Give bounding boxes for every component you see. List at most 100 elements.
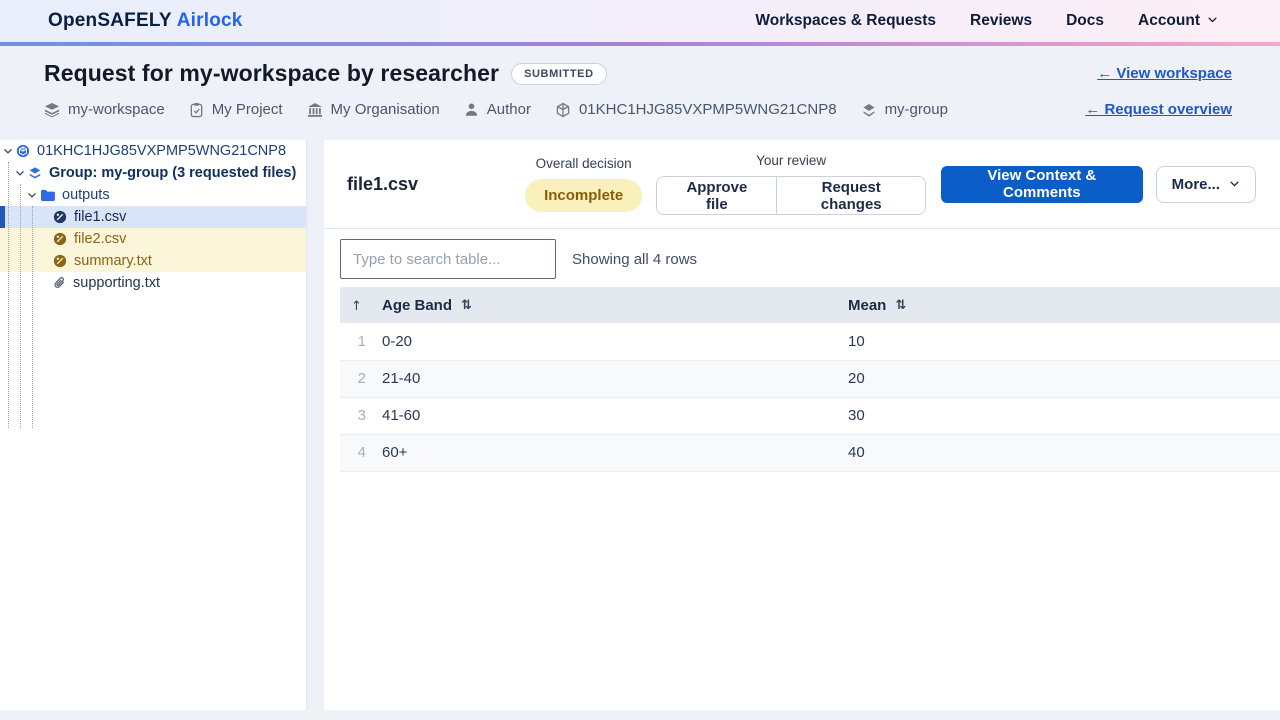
meta-group: my-group	[861, 101, 948, 118]
chevron-down-icon[interactable]	[15, 168, 25, 178]
age-band-cell: 41-60	[382, 397, 848, 435]
brand-primary: OpenSAFELY	[48, 10, 172, 31]
meta-organisation: My Organisation	[307, 101, 440, 118]
age-band-cell: 60+	[382, 434, 848, 472]
tree-guide-line	[20, 184, 21, 428]
overall-decision-group: Overall decision Incomplete	[525, 156, 643, 212]
row-index: 2	[340, 360, 382, 398]
mean-column-header[interactable]: Mean ⇅	[848, 287, 1280, 323]
file-tree: 01KHC1HJG85VXPMP5WNG21CNP8 Group: my-gro…	[0, 140, 306, 428]
tree-node-file2[interactable]: file2.csv	[0, 228, 306, 250]
top-nav: OpenSAFELY Airlock Workspaces & Requests …	[0, 0, 1280, 42]
tree-node-outputs[interactable]: outputs	[0, 184, 306, 206]
row-index: 3	[340, 397, 382, 435]
decision-badge: Incomplete	[525, 179, 643, 212]
more-label: More...	[1171, 175, 1220, 193]
tree-node-summary[interactable]: summary.txt	[0, 250, 306, 272]
request-overview-link[interactable]: ← Request overview	[1085, 101, 1232, 118]
tree-node-label: Group: my-group (3 requested files)	[49, 165, 297, 181]
meta-author: Author	[464, 101, 531, 118]
meta-workspace-label: my-workspace	[68, 101, 165, 118]
file-header: file1.csv Overall decision Incomplete Yo…	[324, 140, 1280, 229]
meta-author-label: Author	[486, 101, 531, 118]
tree-node-label: file1.csv	[74, 209, 127, 225]
sort-ascending-icon: ↑	[351, 298, 362, 314]
panel-gutter	[307, 140, 324, 710]
row-index: 1	[340, 323, 382, 361]
age-band-header-label: Age Band	[382, 296, 453, 314]
meta-workspace: my-workspace	[44, 101, 165, 118]
tree-guide-line	[8, 162, 9, 428]
app-logo[interactable]: OpenSAFELY Airlock	[48, 10, 243, 32]
page-bottom-strip	[0, 710, 1280, 720]
row-index: 4	[340, 434, 382, 472]
page-title: Request for my-workspace by researcher	[44, 60, 500, 86]
file-review-panel: file1.csv Overall decision Incomplete Yo…	[324, 140, 1280, 710]
group-layers-icon	[863, 103, 875, 117]
meta-organisation-label: My Organisation	[330, 101, 440, 118]
table-header-row: ↑ Age Band ⇅ Mean ⇅	[340, 287, 1280, 323]
your-review-group: Your review Approve file Request changes	[656, 153, 926, 215]
tree-node-group[interactable]: Group: my-group (3 requested files)	[0, 162, 306, 184]
meta-request-id: 01KHC1HJG85VXPMP5WNG21CNP8	[555, 101, 837, 118]
organisation-bank-icon	[307, 102, 322, 117]
meta-group-label: my-group	[884, 101, 948, 118]
approve-file-button[interactable]: Approve file	[657, 177, 777, 214]
view-workspace-link[interactable]: ← View workspace	[1097, 65, 1232, 82]
review-button-group: Approve file Request changes	[656, 176, 926, 215]
table-toolbar: Showing all 4 rows	[340, 234, 1280, 284]
age-band-cell: 0-20	[382, 323, 848, 361]
mean-cell: 40	[848, 434, 1280, 472]
tree-node-label: outputs	[62, 187, 110, 203]
request-changes-button[interactable]: Request changes	[776, 177, 925, 214]
search-input[interactable]	[340, 239, 556, 279]
output-file-icon	[53, 232, 67, 246]
tree-node-file1[interactable]: file1.csv	[0, 206, 306, 228]
file-tree-sidebar: 01KHC1HJG85VXPMP5WNG21CNP8 Group: my-gro…	[0, 140, 307, 710]
group-layers-icon	[29, 167, 41, 179]
chevron-down-icon[interactable]	[3, 146, 13, 156]
request-id-cube-icon	[556, 102, 570, 117]
tree-node-label: 01KHC1HJG85VXPMP5WNG21CNP8	[37, 143, 287, 159]
table-row: 4 60+ 40	[340, 434, 1280, 472]
table-row: 3 41-60 30	[340, 397, 1280, 435]
tree-guide-line	[32, 206, 33, 428]
mean-cell: 10	[848, 323, 1280, 361]
tree-node-label: supporting.txt	[73, 275, 161, 291]
chevron-down-icon[interactable]	[27, 190, 37, 200]
meta-project-label: My Project	[211, 101, 283, 118]
mean-cell: 30	[848, 397, 1280, 435]
data-table: ↑ Age Band ⇅ Mean ⇅ 1 0-20 10 2 21-40 20…	[340, 287, 1280, 472]
table-row: 1 0-20 10	[340, 323, 1280, 361]
nav-docs[interactable]: Docs	[1066, 12, 1104, 30]
nav-reviews[interactable]: Reviews	[970, 12, 1032, 30]
output-file-icon	[53, 210, 67, 224]
mean-cell: 20	[848, 360, 1280, 398]
output-file-icon	[53, 254, 67, 268]
top-nav-items: Workspaces & Requests Reviews Docs Accou…	[755, 12, 1218, 30]
file-title: file1.csv	[347, 173, 419, 194]
chevron-down-icon	[1229, 176, 1240, 193]
nav-workspaces-requests[interactable]: Workspaces & Requests	[755, 12, 936, 30]
more-menu-button[interactable]: More...	[1155, 165, 1256, 203]
overall-decision-label: Overall decision	[535, 156, 632, 171]
mean-header-label: Mean	[848, 296, 887, 314]
index-column-header[interactable]: ↑	[340, 287, 382, 323]
age-band-column-header[interactable]: Age Band ⇅	[382, 287, 848, 323]
meta-request-id-label: 01KHC1HJG85VXPMP5WNG21CNP8	[578, 101, 837, 118]
tree-node-supporting[interactable]: supporting.txt	[0, 272, 306, 294]
status-badge: SUBMITTED	[511, 62, 607, 85]
author-user-icon	[465, 103, 477, 116]
meta-project: My Project	[189, 101, 283, 118]
your-review-label: Your review	[756, 153, 827, 168]
tree-node-label: file2.csv	[74, 231, 127, 247]
project-clipboard-icon	[190, 102, 202, 117]
chevron-down-icon	[1207, 12, 1218, 30]
nav-account-label: Account	[1138, 12, 1200, 29]
nav-account-menu[interactable]: Account	[1138, 12, 1218, 30]
tree-node-request-id[interactable]: 01KHC1HJG85VXPMP5WNG21CNP8	[0, 140, 306, 162]
view-context-comments-button[interactable]: View Context & Comments	[940, 165, 1143, 203]
brand-secondary: Airlock	[176, 10, 243, 31]
request-header: Request for my-workspace by researcher S…	[0, 46, 1280, 140]
sort-toggle-icon: ⇅	[461, 297, 472, 313]
